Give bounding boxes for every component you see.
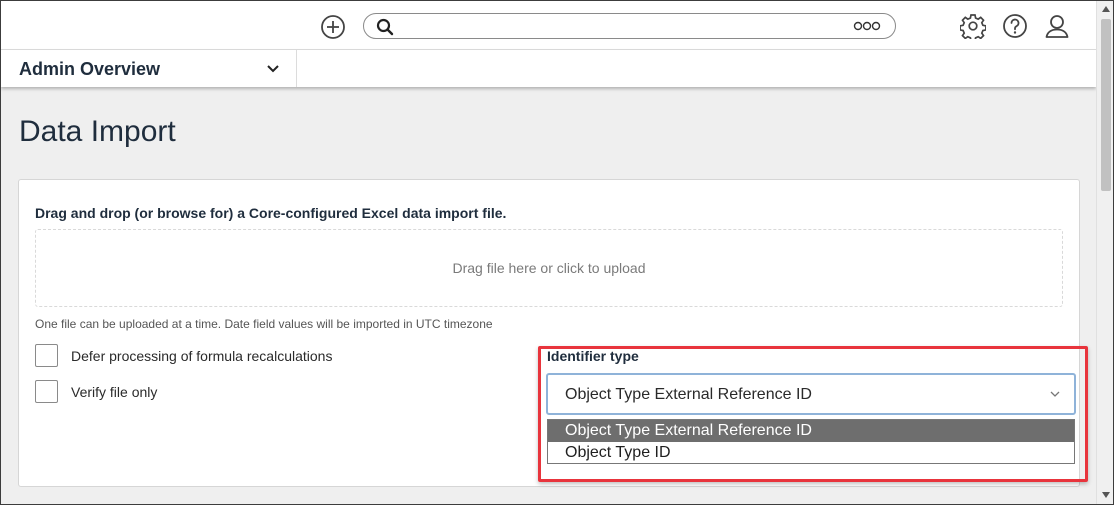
verify-only-label: Verify file only [71, 384, 158, 400]
help-icon[interactable] [1002, 13, 1028, 39]
search-icon [376, 18, 394, 36]
chevron-down-icon [1050, 391, 1060, 397]
scroll-down-icon[interactable] [1101, 491, 1111, 499]
search-bar[interactable] [363, 13, 896, 39]
chevron-down-icon [267, 65, 279, 73]
identifier-type-value: Object Type External Reference ID [565, 386, 812, 403]
app-window: Admin Overview Data Import Drag and drop… [0, 0, 1114, 505]
overview-dropdown-label: Admin Overview [19, 59, 161, 79]
identifier-option-external-ref[interactable]: Object Type External Reference ID [548, 420, 1074, 442]
defer-recalc-checkbox[interactable] [35, 344, 58, 367]
dropzone-text: Drag file here or click to upload [452, 260, 646, 276]
sub-nav-bar: Admin Overview [1, 50, 1096, 87]
defer-recalc-label: Defer processing of formula recalculatio… [71, 348, 333, 364]
gear-icon[interactable] [960, 13, 986, 39]
add-icon[interactable] [320, 14, 346, 40]
upload-hint: One file can be uploaded at a time. Date… [35, 317, 493, 331]
verify-only-checkbox[interactable] [35, 380, 58, 403]
identifier-type-label: Identifier type [547, 348, 639, 364]
identifier-type-select[interactable]: Object Type External Reference ID [546, 373, 1076, 415]
scroll-up-icon[interactable] [1101, 5, 1111, 13]
scroll-thumb[interactable] [1101, 19, 1111, 191]
overview-dropdown[interactable]: Admin Overview [1, 50, 297, 87]
search-input[interactable] [402, 17, 842, 35]
user-icon[interactable] [1044, 13, 1070, 39]
identifier-option-object-type-id[interactable]: Object Type ID [548, 442, 1074, 464]
import-instructions: Drag and drop (or browse for) a Core-con… [35, 205, 507, 221]
more-icon[interactable] [853, 21, 881, 31]
identifier-type-options: Object Type External Reference ID Object… [547, 419, 1075, 464]
page-title: Data Import [19, 115, 176, 148]
file-dropzone[interactable]: Drag file here or click to upload [35, 229, 1063, 307]
top-bar [1, 1, 1096, 50]
vertical-scrollbar[interactable] [1096, 1, 1113, 504]
